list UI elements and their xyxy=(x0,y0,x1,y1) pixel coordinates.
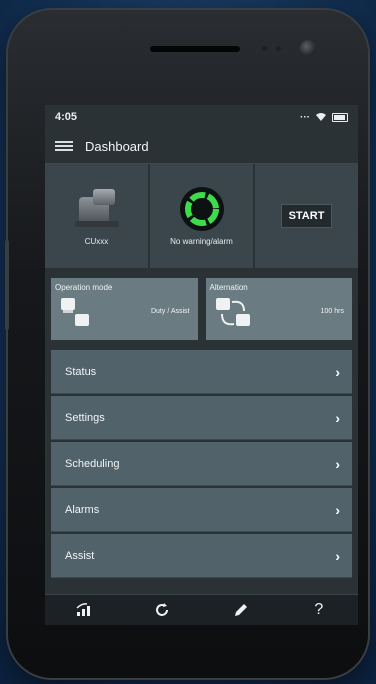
alternation-icon xyxy=(215,298,250,326)
pump-icon xyxy=(71,187,123,231)
mode-cards: Operation mode Duty / Assist Alternation… xyxy=(45,268,358,348)
chevron-right-icon: › xyxy=(335,363,340,380)
alarm-tile[interactable]: No warning/alarm xyxy=(150,164,253,268)
status-icons: ··· xyxy=(300,112,348,123)
wireless-icon[interactable] xyxy=(64,598,104,622)
app-bar: Dashboard xyxy=(45,129,358,164)
dashboard-tiles: CUxxx No warning/alarm START xyxy=(45,164,358,268)
menu-item-settings[interactable]: Settings › xyxy=(51,396,352,440)
operation-mode-title: Operation mode xyxy=(55,283,113,292)
screen: 4:05 ··· Dashboard CUxxx No warning/alar… xyxy=(45,105,358,625)
menu-item-label: Assist xyxy=(65,549,95,562)
status-time: 4:05 xyxy=(55,111,78,123)
menu-list: Status › Settings › Scheduling › Alarms … xyxy=(45,350,358,578)
start-tile: START xyxy=(255,164,358,268)
menu-item-label: Scheduling xyxy=(65,457,120,470)
help-icon[interactable]: ? xyxy=(299,598,339,622)
menu-item-assist[interactable]: Assist › xyxy=(51,534,352,578)
operation-mode-value: Duty / Assist xyxy=(150,308,190,315)
chevron-right-icon: › xyxy=(335,501,340,518)
wifi-icon xyxy=(316,113,326,121)
refresh-icon[interactable] xyxy=(142,598,182,622)
signal-dots-icon: ··· xyxy=(300,111,310,123)
chevron-right-icon: › xyxy=(335,409,340,426)
pumps-icon xyxy=(61,298,89,326)
front-camera xyxy=(300,40,316,56)
hamburger-icon[interactable] xyxy=(55,141,73,151)
proximity-sensor xyxy=(262,46,267,51)
side-button xyxy=(5,240,9,330)
menu-item-status[interactable]: Status › xyxy=(51,350,352,394)
chevron-right-icon: › xyxy=(335,547,340,564)
menu-item-label: Settings xyxy=(65,411,105,424)
menu-item-alarms[interactable]: Alarms › xyxy=(51,488,352,532)
alternation-card[interactable]: Alternation 100 hrs xyxy=(205,278,352,340)
page-title: Dashboard xyxy=(85,138,149,154)
start-button[interactable]: START xyxy=(280,204,333,228)
alarm-label: No warning/alarm xyxy=(170,236,233,246)
device-tile[interactable]: CUxxx xyxy=(45,164,148,268)
alternation-title: Alternation xyxy=(209,283,248,292)
bottom-nav: ? xyxy=(45,594,358,625)
light-sensor xyxy=(276,46,281,51)
device-label: CUxxx xyxy=(84,236,109,246)
menu-item-scheduling[interactable]: Scheduling › xyxy=(51,442,352,486)
menu-item-label: Alarms xyxy=(65,503,100,516)
operation-mode-card[interactable]: Operation mode Duty / Assist xyxy=(51,278,198,340)
phone-frame: 4:05 ··· Dashboard CUxxx No warning/alar… xyxy=(5,10,368,678)
battery-icon xyxy=(332,112,348,122)
status-ring-icon xyxy=(179,186,224,231)
status-bar: 4:05 ··· xyxy=(45,105,358,129)
edit-icon[interactable] xyxy=(221,598,261,622)
chevron-right-icon: › xyxy=(335,455,340,472)
menu-item-label: Status xyxy=(65,365,97,378)
alternation-value: 100 hrs xyxy=(320,308,344,315)
earpiece-speaker xyxy=(150,46,240,52)
